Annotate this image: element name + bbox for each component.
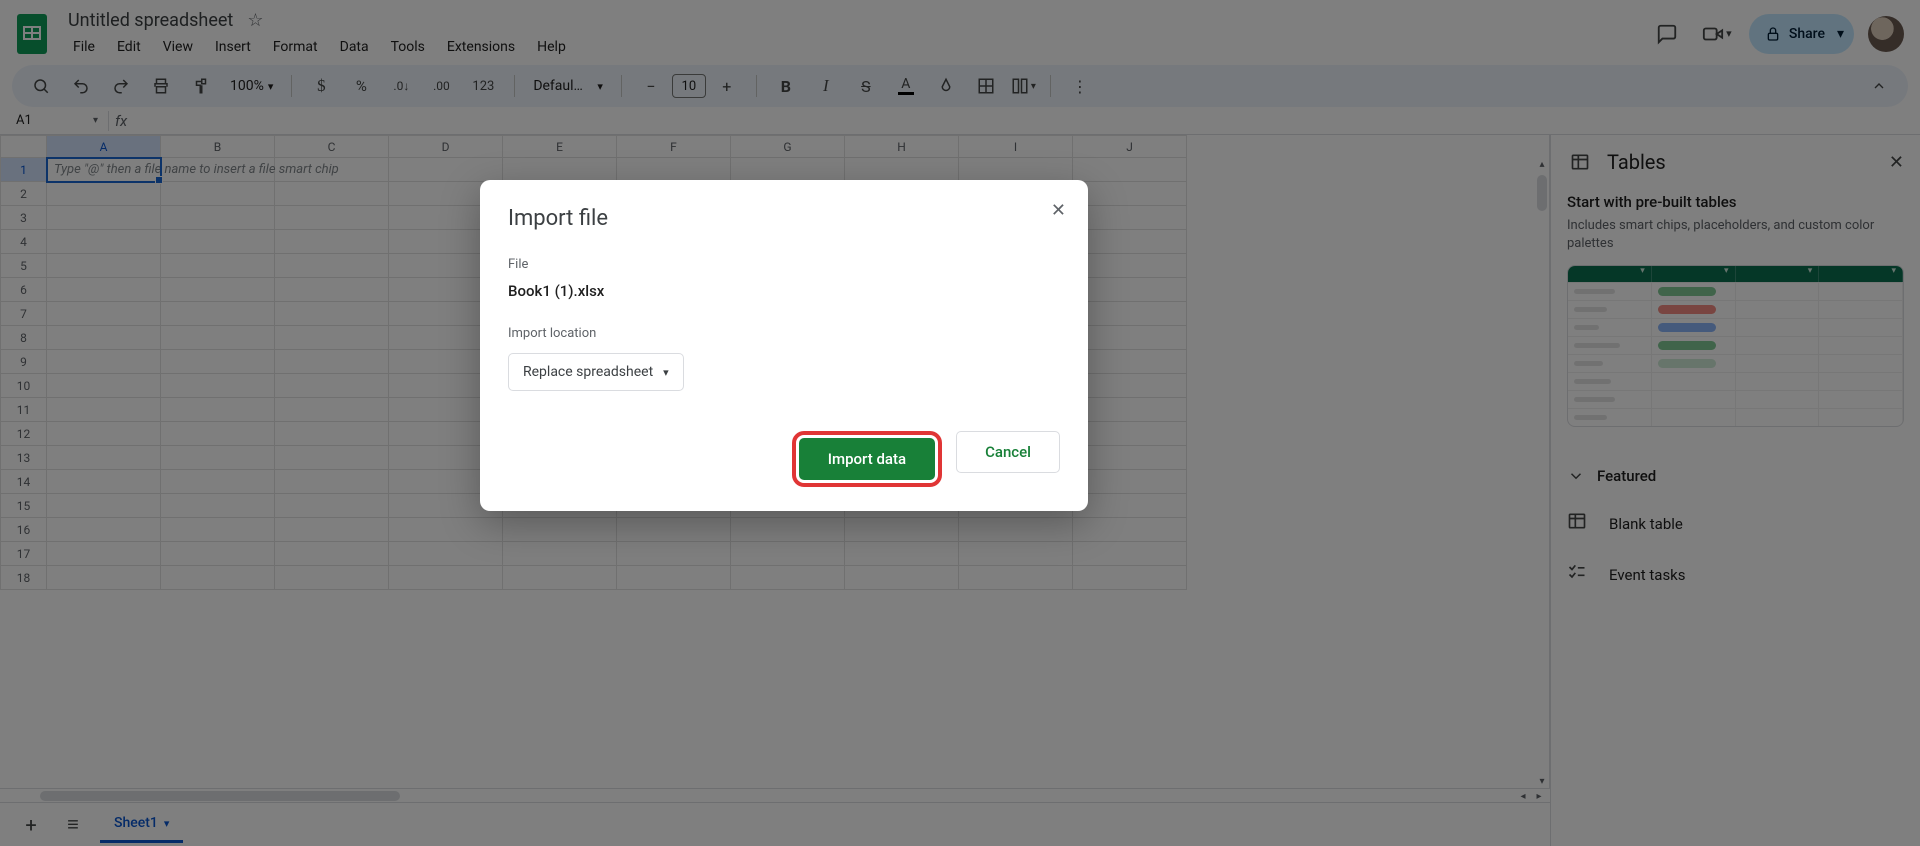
import-location-label: Import location xyxy=(508,326,1060,341)
dialog-title: Import file xyxy=(508,206,1060,231)
import-data-button[interactable]: Import data xyxy=(799,438,935,480)
file-label: File xyxy=(508,257,1060,272)
cancel-button[interactable]: Cancel xyxy=(956,431,1060,473)
import-location-select[interactable]: Replace spreadsheet ▾ xyxy=(508,353,684,391)
close-dialog-icon[interactable]: ✕ xyxy=(1051,200,1066,221)
annotation-highlight: Import data xyxy=(792,431,942,487)
import-location-value: Replace spreadsheet xyxy=(523,364,653,380)
import-file-dialog: Import file ✕ File Book1 (1).xlsx Import… xyxy=(480,180,1088,511)
chevron-down-icon: ▾ xyxy=(663,366,669,379)
file-name: Book1 (1).xlsx xyxy=(508,282,1060,300)
